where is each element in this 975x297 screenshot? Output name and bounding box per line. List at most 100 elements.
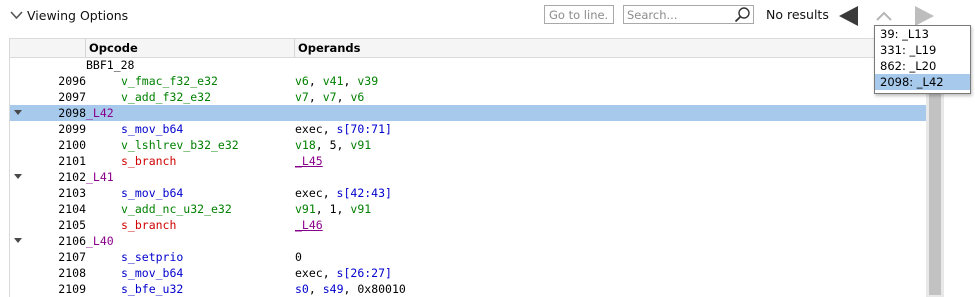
line-number: 2105 [58, 218, 86, 232]
operands: s0, s49, 0x80010 [295, 281, 406, 297]
operand-token: v6 [295, 74, 309, 88]
search-status: No results [766, 7, 829, 22]
block-header-row[interactable]: BBF1_28 [10, 57, 927, 73]
viewing-options-toggle[interactable]: Viewing Options [10, 6, 128, 24]
search-result-item[interactable]: 2098: _L42 [875, 74, 970, 90]
opcode: s_branch [121, 154, 177, 168]
label-reference-link[interactable]: _L45 [295, 154, 323, 168]
opcode: v_add_f32_e32 [121, 90, 212, 104]
operand-token: v7 [322, 90, 337, 104]
line-number: 2096 [58, 74, 86, 88]
line-number: 2107 [58, 250, 86, 264]
operand-token: 0 [295, 250, 302, 264]
label-row[interactable]: 2102 _L41 [10, 169, 927, 185]
triangle-right-icon[interactable] [912, 5, 936, 27]
label-row[interactable]: 2106 _L40 [10, 233, 927, 249]
operand-token: v41 [322, 74, 344, 88]
chevron-down-icon [10, 11, 23, 20]
search-result-item[interactable]: 862: _L20 [875, 58, 970, 74]
line-number: 2104 [58, 202, 86, 216]
operands: v6, v41, v39 [295, 73, 378, 89]
operand-token: exec, [295, 186, 337, 200]
line-number: 2097 [58, 90, 86, 104]
opcode: s_setprio [121, 250, 184, 264]
operand-token: v39 [357, 74, 379, 88]
line-number: 2109 [58, 282, 86, 296]
operands: v91, 1, v91 [295, 201, 371, 217]
line-number: 2103 [58, 186, 86, 200]
operand-token: , [308, 90, 323, 104]
opcode: v_add_nc_u32_e32 [121, 202, 232, 216]
disassembly-table: Opcode Operands BBF1_28 2096 v_fmac_f32_e… [9, 38, 927, 297]
instruction-row[interactable]: 2099 s_mov_b64 exec, s[70:71] [10, 121, 927, 137]
instruction-row[interactable]: 2096 v_fmac_f32_e32 v6, v41, v39 [10, 73, 927, 89]
instruction-row[interactable]: 2109 s_bfe_u32 s0, s49, 0x80010 [10, 281, 927, 297]
operands: exec, s[26:27] [295, 265, 392, 281]
goto-line-input[interactable] [544, 5, 614, 24]
line-number: 2108 [58, 266, 86, 280]
code-label: _L42 [86, 106, 114, 120]
label-row[interactable]: 2098 _L42 [10, 105, 927, 121]
operand-token: exec, [295, 266, 337, 280]
operand-token: exec, [295, 122, 337, 136]
table-header: Opcode Operands [10, 38, 927, 58]
instruction-row[interactable]: 2105 s_branch _L46 [10, 217, 927, 233]
operand-token: , [336, 90, 351, 104]
opcode: s_mov_b64 [121, 186, 184, 200]
operand-token: s49 [322, 282, 344, 296]
operand-token: s[26:27] [336, 266, 392, 280]
operand-token: v18 [295, 138, 316, 152]
instruction-row[interactable]: 2097 v_add_f32_e32 v7, v7, v6 [10, 89, 927, 105]
opcode: s_mov_b64 [121, 122, 184, 136]
instruction-row[interactable]: 2107 s_setprio 0 [10, 249, 927, 265]
operands: 0 [295, 249, 302, 265]
search-result-item[interactable]: 331: _L19 [875, 42, 970, 58]
line-number: 2100 [58, 138, 86, 152]
toolbar: Viewing Options No results [0, 0, 975, 34]
operand-token: v91 [295, 202, 316, 216]
column-header-opcode[interactable]: Opcode [89, 41, 138, 55]
triangle-down-icon[interactable] [14, 174, 22, 180]
triangle-left-icon[interactable] [836, 5, 860, 27]
line-number: 2102 [58, 170, 86, 184]
operands: v7, v7, v6 [295, 89, 364, 105]
instruction-row[interactable]: 2103 s_mov_b64 exec, s[42:43] [10, 185, 927, 201]
operands: exec, s[70:71] [295, 121, 392, 137]
search-result-item[interactable]: 39: _L13 [875, 26, 970, 42]
opcode: s_branch [121, 218, 177, 232]
magnifier-icon[interactable] [734, 6, 751, 23]
line-number: 2106 [58, 234, 86, 248]
instruction-row[interactable]: 2108 s_mov_b64 exec, s[26:27] [10, 265, 927, 281]
operand-token: , [308, 74, 323, 88]
operand-token: s[70:71] [336, 122, 392, 136]
column-separator[interactable] [85, 39, 86, 57]
search-input[interactable] [624, 6, 732, 23]
line-number: 2099 [58, 122, 86, 136]
operand-token: , [308, 282, 323, 296]
triangle-down-icon[interactable] [14, 110, 22, 116]
label-reference-link[interactable]: _L46 [295, 218, 323, 232]
opcode: v_fmac_f32_e32 [121, 74, 218, 88]
operand-token: v91 [350, 202, 372, 216]
operands: exec, s[42:43] [295, 185, 392, 201]
triangle-down-icon[interactable] [14, 238, 22, 244]
table-body: BBF1_28 2096 v_fmac_f32_e32 v6, v41, v39 20… [10, 57, 927, 297]
operand-token: v91 [350, 138, 372, 152]
operand-token: , 5, [315, 138, 351, 152]
instruction-row[interactable]: 2101 s_branch _L45 [10, 153, 927, 169]
block-label: BBF1_28 [86, 58, 135, 72]
instruction-row[interactable]: 2100 v_lshlrev_b32_e32 v18, 5, v91 [10, 137, 927, 153]
instruction-row[interactable]: 2104 v_add_nc_u32_e32 v91, 1, v91 [10, 201, 927, 217]
operands: _L45 [295, 153, 323, 169]
operand-token: v6 [350, 90, 365, 104]
operand-token: s0 [295, 282, 309, 296]
operand-token: , 1, [315, 202, 351, 216]
column-header-operands[interactable]: Operands [298, 41, 361, 55]
line-number: 2101 [58, 154, 86, 168]
operand-token: , 0x80010 [343, 282, 406, 296]
chevron-up-icon[interactable] [872, 5, 896, 27]
code-label: _L40 [86, 234, 114, 248]
operand-token: , [343, 74, 358, 88]
column-separator[interactable] [294, 39, 295, 57]
operands: _L46 [295, 217, 323, 233]
